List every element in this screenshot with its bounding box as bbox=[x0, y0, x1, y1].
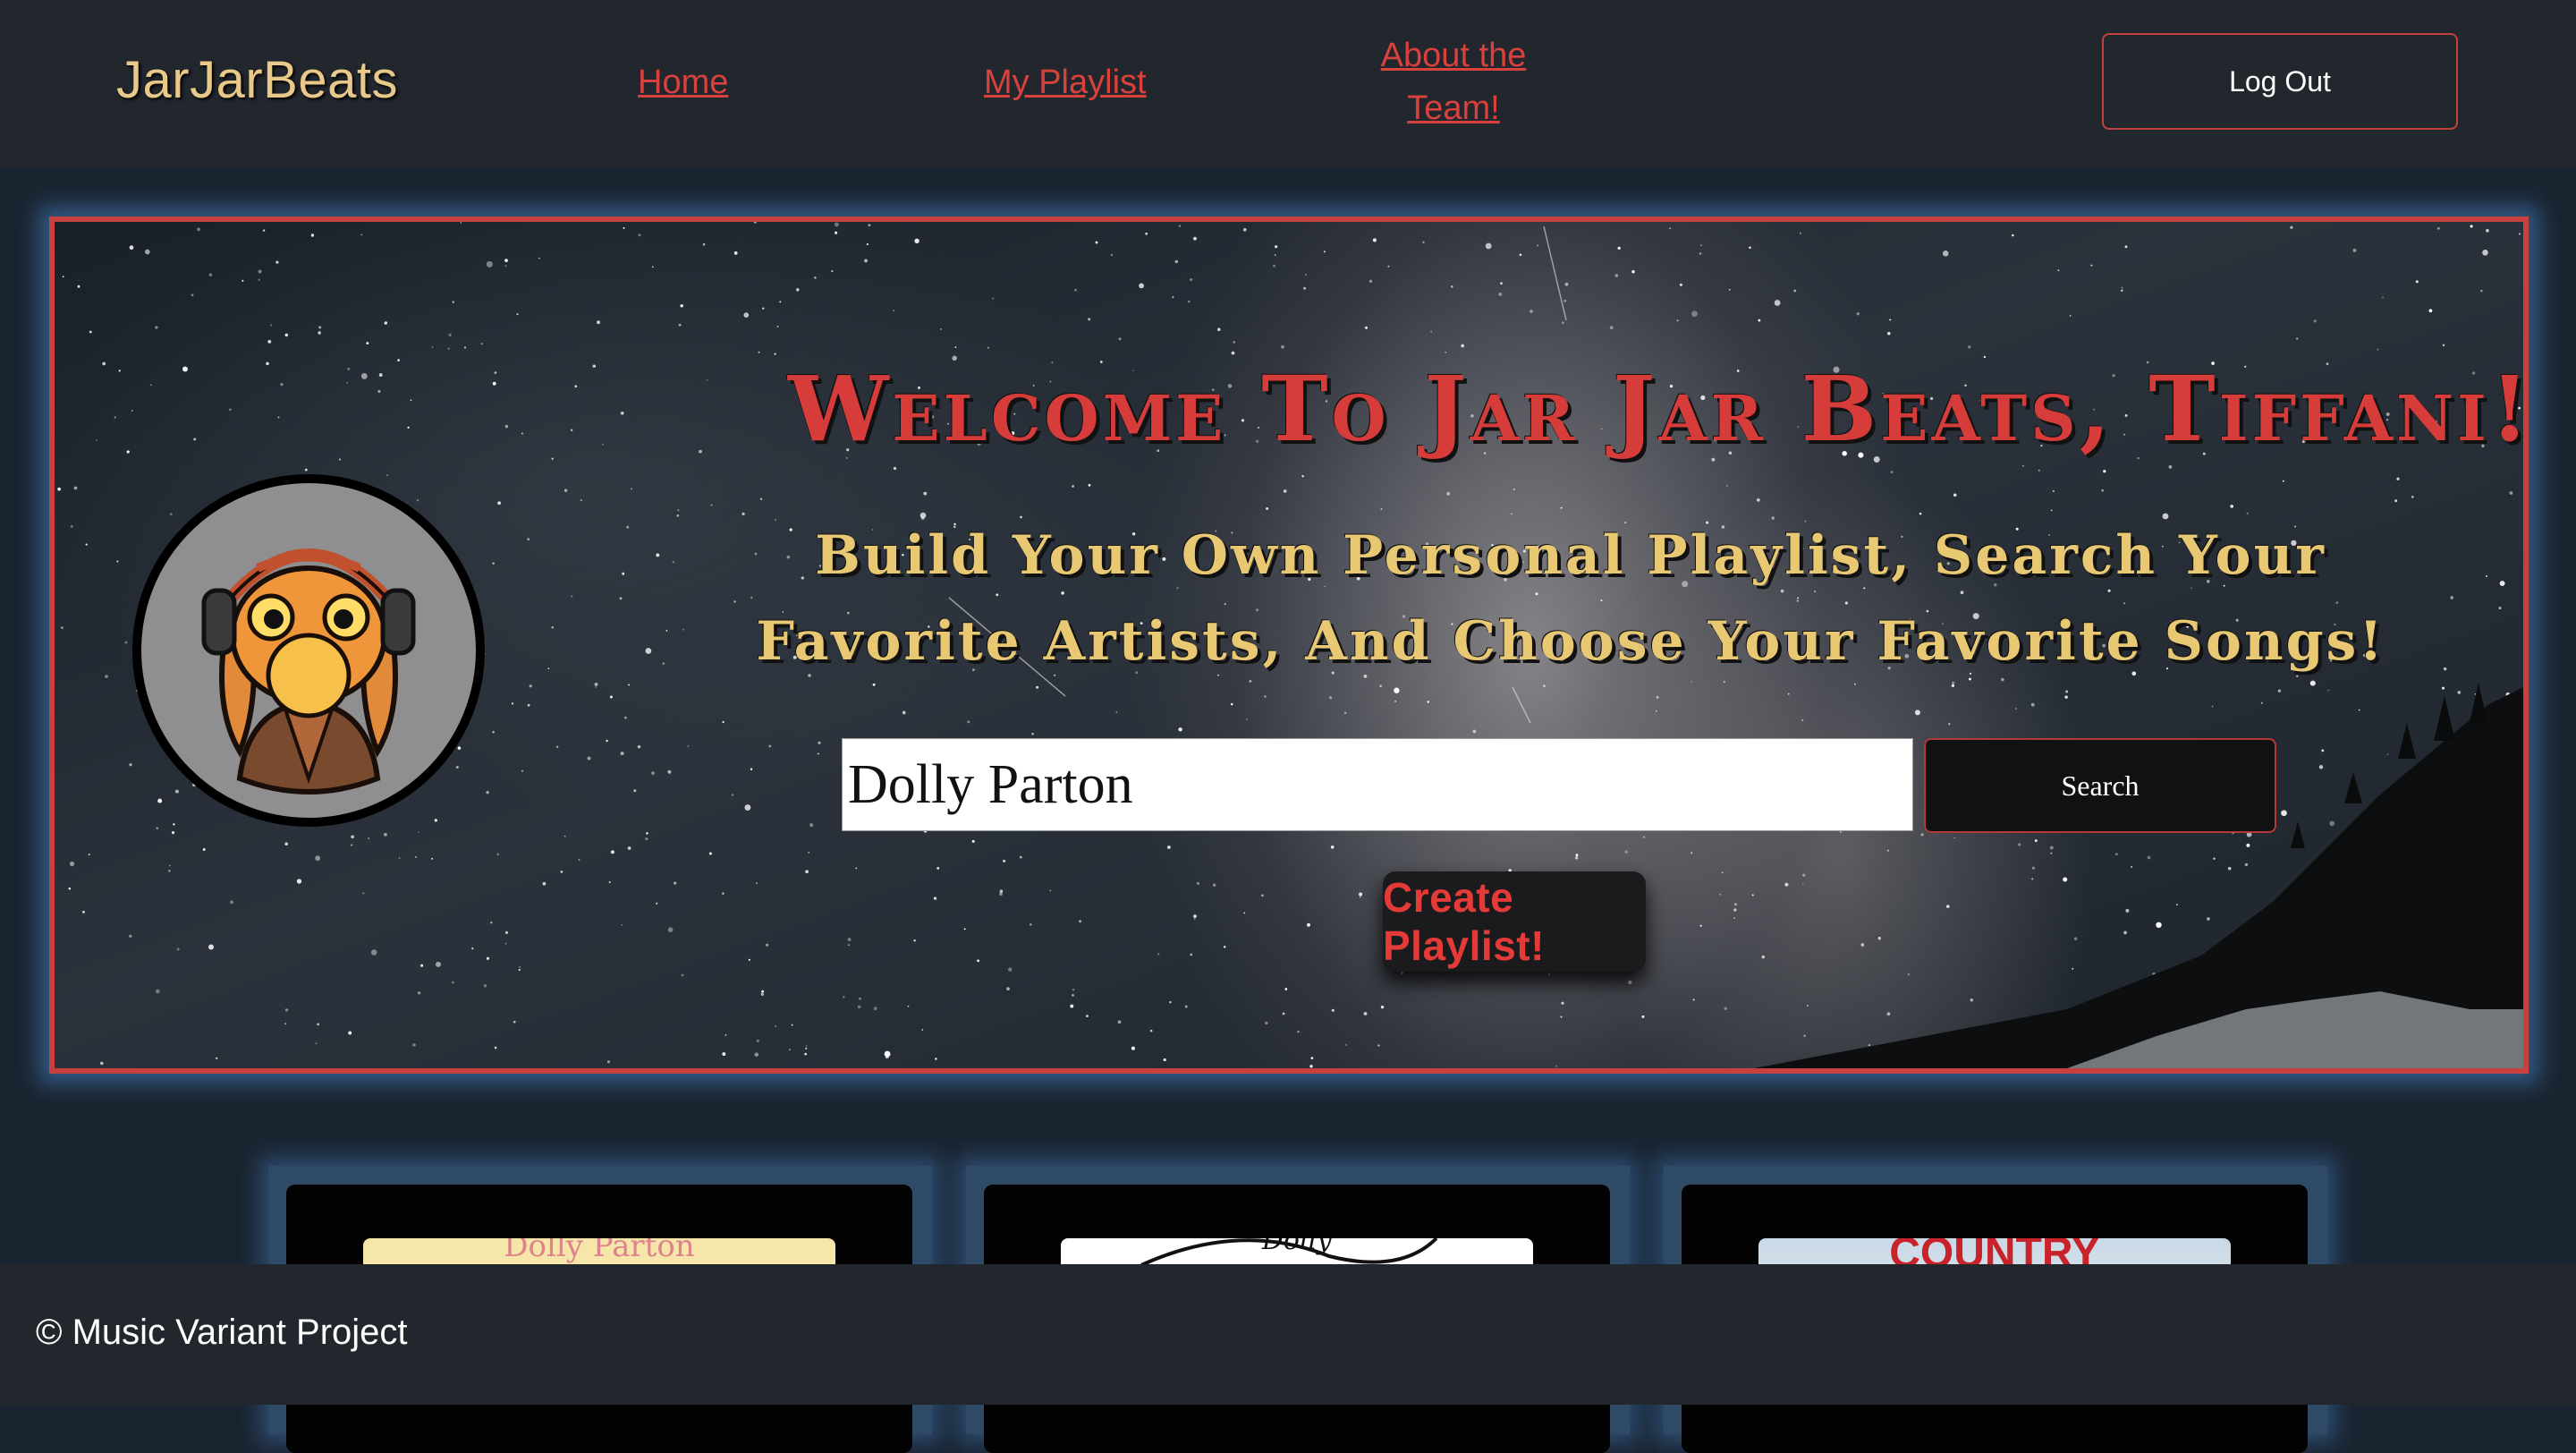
artist-search-input[interactable] bbox=[842, 738, 1913, 831]
svg-text:Dolly Parton: Dolly Parton bbox=[504, 1238, 694, 1264]
frog-avatar-icon bbox=[132, 474, 485, 827]
nav-link-about-the-team[interactable]: About the Team! bbox=[1351, 30, 1556, 135]
svg-text:Dolly: Dolly bbox=[1261, 1238, 1333, 1256]
footer-copyright: © Music Variant Project bbox=[36, 1313, 408, 1352]
nav-link-home[interactable]: Home bbox=[638, 56, 728, 109]
footer: © Music Variant Project bbox=[0, 1264, 2576, 1405]
brand-logo[interactable]: JarJarBeats bbox=[116, 50, 398, 110]
nav-link-my-playlist[interactable]: My Playlist bbox=[984, 56, 1147, 109]
hero-banner: Welcome To Jar Jar Beats, Tiffani! Build… bbox=[49, 217, 2529, 1074]
search-button[interactable]: Search bbox=[1924, 738, 2276, 833]
create-playlist-button[interactable]: Create Playlist! bbox=[1383, 871, 1646, 972]
navbar: JarJarBeats Home My Playlist About the T… bbox=[0, 0, 2576, 167]
welcome-heading: Welcome To Jar Jar Beats, Tiffani! bbox=[788, 356, 2529, 462]
logout-button[interactable]: Log Out bbox=[2102, 33, 2458, 130]
hero-subtitle: Build Your Own Personal Playlist, Search… bbox=[756, 524, 2385, 673]
